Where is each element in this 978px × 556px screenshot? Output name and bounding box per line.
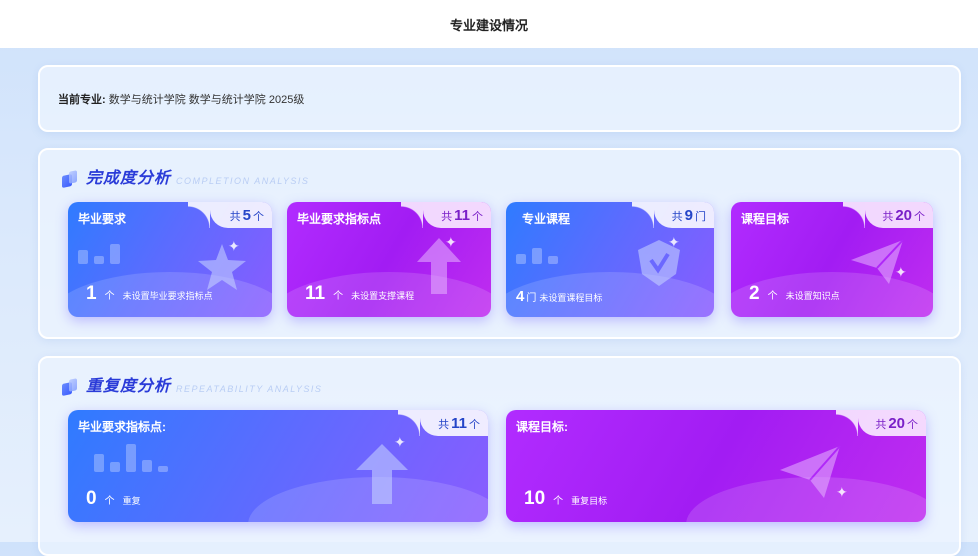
card-title: 课程目标	[741, 212, 790, 226]
bars-decoration	[78, 244, 120, 264]
card-repeat-indicator-points[interactable]: 共 11 个 毕业要求指标点: ✦ 0 个重复	[68, 410, 488, 522]
current-major-label: 当前专业:	[58, 94, 106, 106]
card-stat: 1 个未设置毕业要求指标点	[86, 283, 213, 304]
sparkle-icon: ✦	[445, 234, 457, 250]
card-total: 共 20 个	[882, 207, 925, 224]
sparkle-icon: ✦	[394, 434, 406, 450]
repeatability-analysis-panel: 重复度分析 REPEATABILITY ANALYSIS 共 11 个 毕业要求指标…	[38, 356, 961, 556]
current-major: 当前专业: 数学与统计学院 数学与统计学院 2025级	[58, 91, 304, 107]
card-course-objectives[interactable]: 共 20 个 课程目标 ✦ 2 个未设置知识点	[731, 202, 933, 317]
current-major-panel: 当前专业: 数学与统计学院 数学与统计学院 2025级	[38, 65, 961, 132]
card-graduation-requirements[interactable]: 共5个 毕业要求 ✦ 1 个未设置毕业要求指标点	[68, 202, 272, 317]
completion-analysis-panel: 完成度分析 COMPLETION ANALYSIS 共5个 毕业要求 ✦ 1个未…	[38, 148, 961, 339]
section-flag-icon	[62, 170, 80, 189]
sparkle-icon: ✦	[895, 264, 907, 280]
card-stat: 0 个重复	[86, 488, 141, 509]
page-title: 专业建设情况	[449, 17, 528, 33]
sparkle-icon: ✦	[668, 234, 680, 250]
completion-section-subtitle: COMPLETION ANALYSIS	[176, 176, 310, 186]
sparkle-icon: ✦	[836, 484, 848, 500]
sparkle-icon: ✦	[228, 238, 240, 254]
card-title: 专业课程	[522, 212, 571, 226]
paper-plane-icon	[780, 445, 841, 498]
completion-section-header: 完成度分析 COMPLETION ANALYSIS	[62, 164, 310, 189]
card-repeat-course-objectives[interactable]: 共 20 个 课程目标: ✦ 10 个重复目标	[506, 410, 926, 522]
card-title: 课程目标:	[516, 420, 568, 434]
card-stat: 11 个未设置支撑课程	[305, 283, 415, 304]
card-indicator-points[interactable]: 共 11 个 毕业要求指标点 ✦ 11 个未设置支撑课程	[287, 202, 491, 317]
card-title: 毕业要求指标点:	[78, 420, 166, 434]
card-stat: 2 个未设置知识点	[749, 283, 840, 304]
card-stat: 4 门未设置课程目标	[516, 288, 603, 305]
card-total: 共 20 个	[875, 415, 918, 432]
card-stat: 10 个重复目标	[524, 488, 608, 509]
card-total: 共 11 个	[438, 415, 480, 432]
repeatability-section-subtitle: REPEATABILITY ANALYSIS	[176, 384, 323, 394]
arrow-up-icon	[356, 444, 408, 504]
card-total: 共 11 个	[441, 207, 483, 224]
top-bar: 专业建设情况	[0, 0, 978, 48]
completion-section-title: 完成度分析	[86, 170, 172, 187]
bars-decoration	[94, 444, 168, 472]
card-title: 毕业要求指标点	[297, 212, 382, 226]
repeatability-section-header: 重复度分析 REPEATABILITY ANALYSIS	[62, 372, 323, 397]
current-major-value: 数学与统计学院 数学与统计学院 2025级	[108, 94, 305, 106]
repeatability-section-title: 重复度分析	[86, 378, 172, 395]
card-total: 共9门	[671, 207, 706, 224]
card-total: 共5个	[229, 207, 264, 224]
section-flag-icon	[62, 378, 80, 397]
card-title: 毕业要求	[78, 212, 127, 226]
card-major-courses[interactable]: 共9门 专业课程 ✦ 4 门未设置课程目标	[506, 202, 714, 317]
bars-decoration	[516, 248, 558, 264]
